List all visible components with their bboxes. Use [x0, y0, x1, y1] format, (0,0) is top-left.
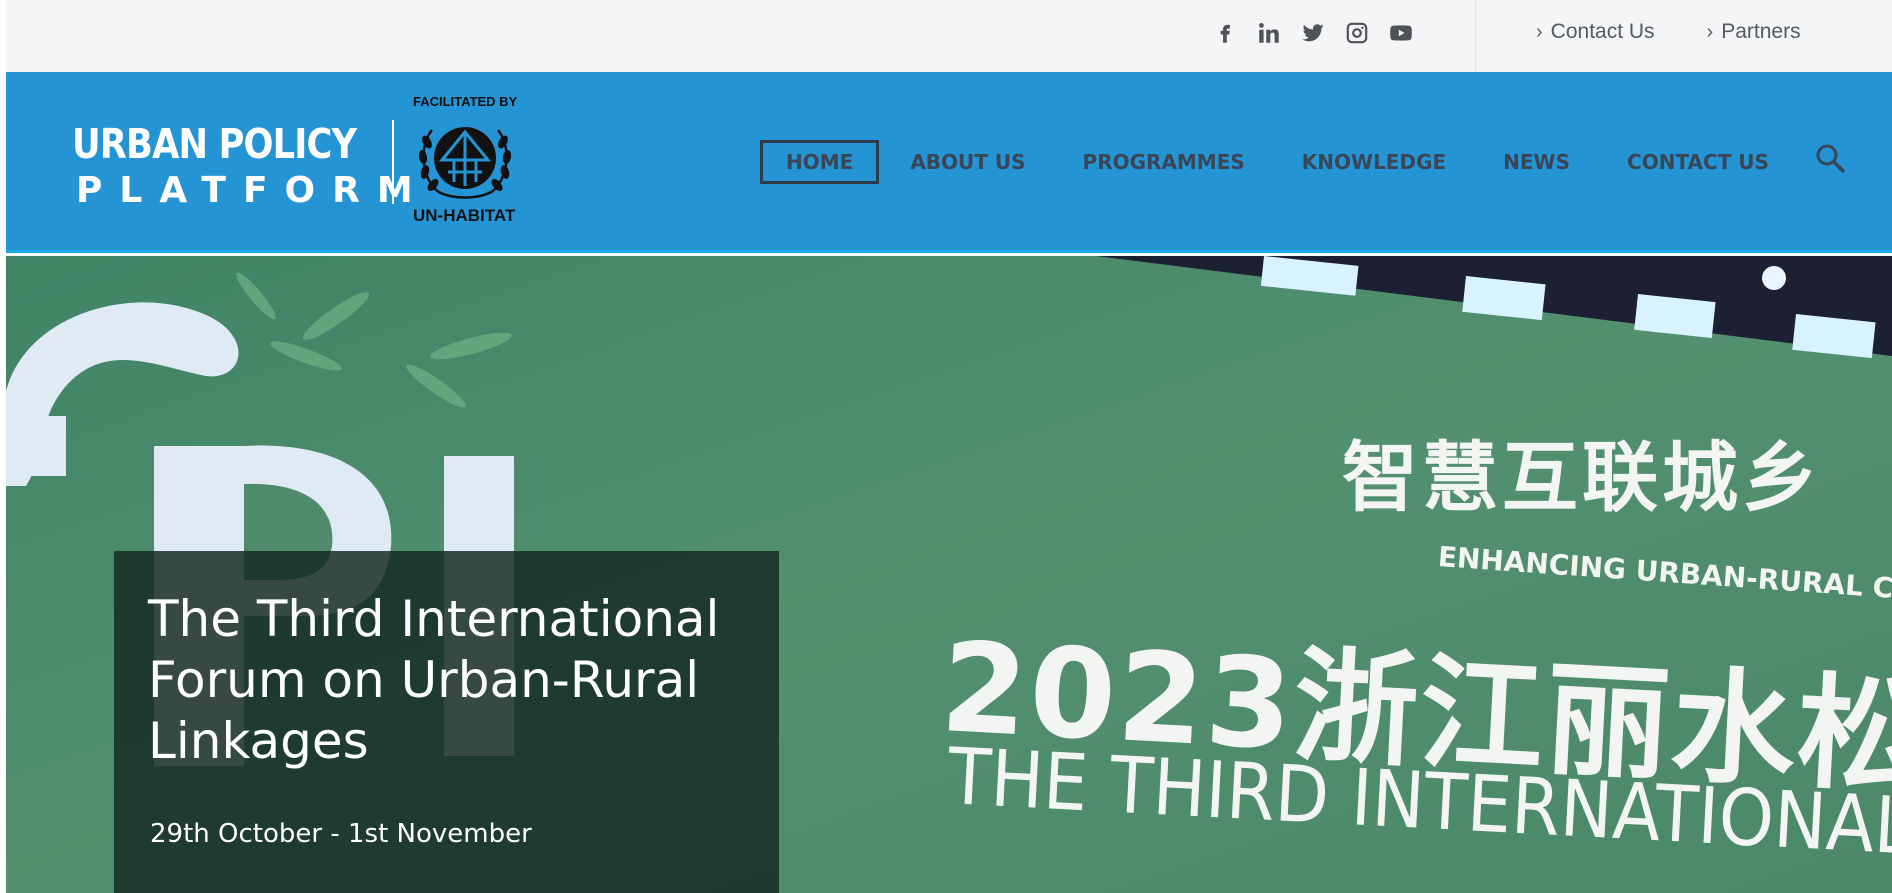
hero-slider[interactable]: 智慧互联城乡 ENHANCING URBAN-RURAL CONNECTIVIT… — [6, 256, 1892, 893]
main-header: URBAN POLICY PLATFORM FACILITATED BY UN-… — [6, 72, 1892, 253]
nav-home[interactable]: HOME — [760, 140, 880, 184]
top-link-contact-us[interactable]: › Contact Us — [1536, 20, 1655, 44]
chevron-right-icon: › — [1706, 20, 1714, 43]
top-link-label: Contact Us — [1550, 20, 1655, 43]
hero-caption-box[interactable]: The Third International Forum on Urban-R… — [114, 551, 779, 893]
logo-line-1: URBAN POLICY — [72, 120, 357, 168]
un-habitat-emblem-icon — [418, 127, 512, 199]
hero-date: 29th October - 1st November — [150, 819, 532, 849]
site-logo[interactable]: URBAN POLICY PLATFORM FACILITATED BY UN-… — [72, 94, 532, 229]
main-nav: HOME ABOUT US PROGRAMMES KNOWLEDGE NEWS … — [760, 140, 1800, 184]
banner-chinese-title: 智慧互联城乡 — [1342, 433, 1822, 522]
top-link-label: Partners — [1721, 20, 1801, 43]
nav-knowledge[interactable]: KNOWLEDGE — [1276, 140, 1472, 184]
nav-news[interactable]: NEWS — [1477, 140, 1596, 184]
youtube-icon[interactable] — [1386, 18, 1416, 48]
nav-contact-us[interactable]: CONTACT US — [1601, 140, 1795, 184]
top-link-partners[interactable]: › Partners — [1707, 20, 1801, 44]
logo-line-2: PLATFORM — [76, 170, 430, 211]
twitter-icon[interactable] — [1298, 18, 1328, 48]
search-icon[interactable] — [1814, 142, 1850, 178]
top-links: › Contact Us › Partners — [1536, 20, 1801, 44]
chevron-right-icon: › — [1536, 20, 1543, 43]
top-utility-bar: › Contact Us › Partners — [6, 0, 1892, 72]
logo-divider — [392, 120, 394, 204]
linkedin-icon[interactable] — [1254, 18, 1284, 48]
facilitated-by-label: FACILITATED BY — [413, 94, 518, 109]
hero-title[interactable]: The Third International Forum on Urban-R… — [148, 589, 758, 772]
un-habitat-label: UN-HABITAT — [413, 206, 516, 225]
topbar-divider — [1475, 0, 1476, 72]
nav-about-us[interactable]: ABOUT US — [884, 140, 1051, 184]
nav-programmes[interactable]: PROGRAMMES — [1057, 140, 1271, 184]
social-links — [1210, 18, 1416, 48]
instagram-icon[interactable] — [1342, 18, 1372, 48]
facebook-icon[interactable] — [1210, 18, 1240, 48]
